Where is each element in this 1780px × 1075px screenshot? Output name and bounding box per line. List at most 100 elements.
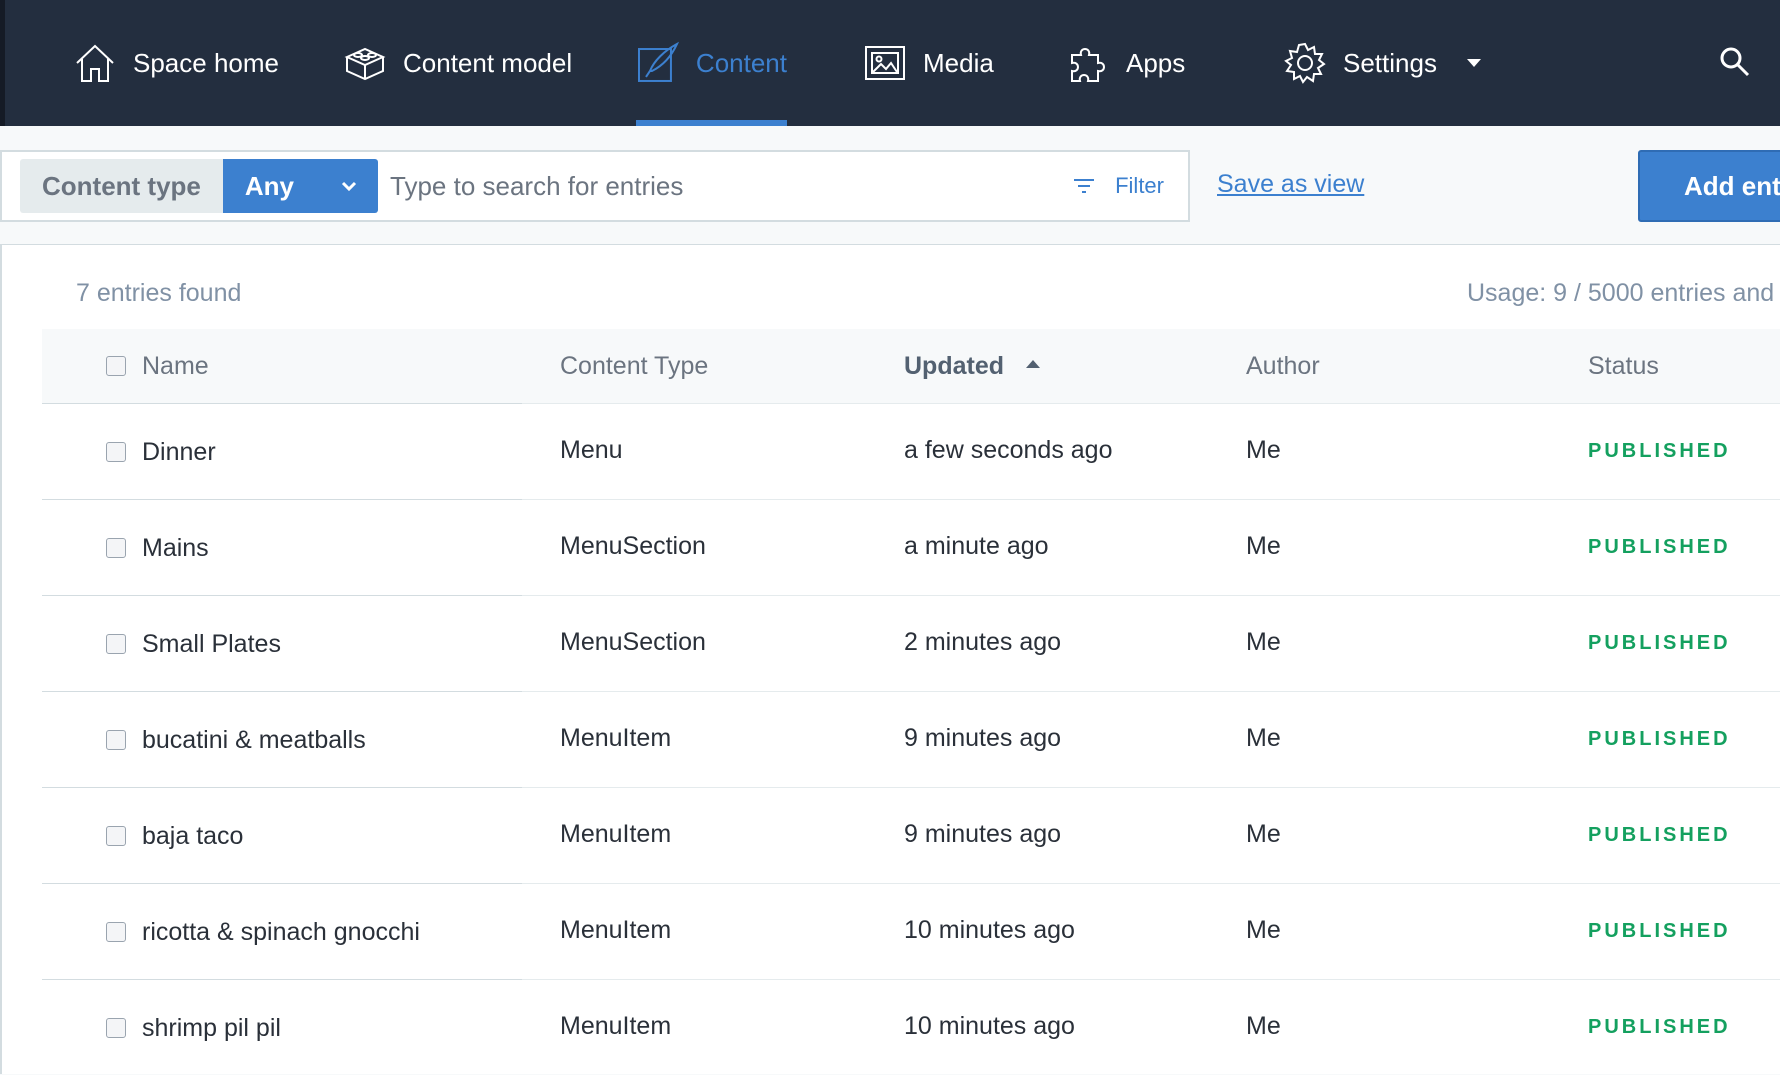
status-badge: PUBLISHED <box>1588 1016 1731 1038</box>
content-type-filter[interactable]: Content type Any <box>20 159 379 213</box>
table-row[interactable]: Dinner Menu a few seconds ago Me PUBLISH… <box>42 403 1780 499</box>
nav-content-model[interactable]: Content model <box>343 0 572 126</box>
chevron-down-icon <box>341 181 357 192</box>
table-row[interactable]: shrimp pil pil MenuItem 10 minutes ago M… <box>42 979 1780 1075</box>
entry-content-type: MenuSection <box>560 532 706 560</box>
entry-content-type: MenuSection <box>560 628 706 656</box>
content-icon <box>637 41 680 82</box>
table-header: Name Content Type Updated Author Status <box>42 329 1780 403</box>
row-divider <box>42 691 522 692</box>
nav-label-space-home: Space home <box>133 47 279 78</box>
table-row[interactable]: Mains MenuSection a minute ago Me PUBLIS… <box>42 499 1780 595</box>
row-checkbox[interactable] <box>106 1018 126 1038</box>
row-checkbox[interactable] <box>106 826 126 846</box>
nav-label-media: Media <box>923 47 994 78</box>
filter-label: Filter <box>1115 173 1164 198</box>
entry-content-type: Menu <box>560 436 623 464</box>
media-icon <box>865 46 905 80</box>
entries-table: Name Content Type Updated Author Status … <box>42 329 1780 1075</box>
row-checkbox[interactable] <box>106 538 126 558</box>
row-checkbox[interactable] <box>106 922 126 942</box>
entry-content-type: MenuItem <box>560 916 672 944</box>
gear-icon <box>1284 42 1326 84</box>
entry-updated: 10 minutes ago <box>904 1012 1075 1040</box>
content-type-label: Content type <box>20 159 223 213</box>
usage-text: Usage: 9 / 5000 entries and <box>1467 279 1775 307</box>
column-header-author[interactable]: Author <box>1246 352 1320 381</box>
select-all-checkbox[interactable] <box>106 356 126 376</box>
entry-name[interactable]: Mains <box>142 534 209 563</box>
entry-updated: 10 minutes ago <box>904 916 1075 944</box>
entry-updated: a minute ago <box>904 532 1049 560</box>
add-entry-button[interactable]: Add entry <box>1638 150 1780 222</box>
row-divider <box>42 595 522 596</box>
status-badge: PUBLISHED <box>1588 728 1731 750</box>
entry-author: Me <box>1246 724 1281 752</box>
column-header-status[interactable]: Status <box>1588 352 1659 381</box>
entry-name[interactable]: Small Plates <box>142 630 281 659</box>
save-as-view-link[interactable]: Save as view <box>1217 170 1364 199</box>
entries-found-count: 7 entries found <box>76 279 242 307</box>
entry-content-type: MenuItem <box>560 1012 672 1040</box>
entry-updated: 9 minutes ago <box>904 820 1062 848</box>
row-divider <box>42 883 522 884</box>
nav-apps[interactable]: Apps <box>1066 0 1185 126</box>
column-header-content-type[interactable]: Content Type <box>560 352 708 381</box>
nav-space-home[interactable]: Space home <box>73 0 279 126</box>
status-badge: PUBLISHED <box>1588 536 1731 558</box>
search-icon[interactable] <box>1718 45 1752 79</box>
row-divider <box>42 403 522 404</box>
content-type-value: Any <box>244 170 295 201</box>
row-divider <box>42 979 522 980</box>
column-header-updated[interactable]: Updated <box>904 352 1040 381</box>
entry-name[interactable]: ricotta & spinach gnocchi <box>142 918 420 947</box>
nav-content[interactable]: Content <box>636 0 787 126</box>
status-badge: PUBLISHED <box>1588 920 1731 942</box>
entry-name[interactable]: shrimp pil pil <box>142 1014 281 1043</box>
row-checkbox[interactable] <box>106 442 126 462</box>
nav-settings[interactable]: Settings <box>1283 0 1481 126</box>
filter-icon <box>1074 179 1095 193</box>
entry-name[interactable]: baja taco <box>142 822 243 851</box>
row-divider <box>42 787 522 788</box>
top-navigation: Space home Content model Content Media A… <box>0 0 1780 126</box>
status-badge: PUBLISHED <box>1588 824 1731 846</box>
apps-icon <box>1071 48 1105 82</box>
nav-label-content-model: Content model <box>403 47 573 78</box>
content-type-select[interactable]: Any <box>222 159 379 213</box>
table-row[interactable]: bucatini & meatballs MenuItem 9 minutes … <box>42 691 1780 787</box>
entry-content-type: MenuItem <box>560 820 672 848</box>
entry-updated: 2 minutes ago <box>904 628 1062 656</box>
table-row[interactable]: ricotta & spinach gnocchi MenuItem 10 mi… <box>42 883 1780 979</box>
nav-label-settings: Settings <box>1343 47 1437 78</box>
entry-name[interactable]: Dinner <box>142 438 216 467</box>
entry-author: Me <box>1246 532 1281 560</box>
status-badge: PUBLISHED <box>1588 440 1731 462</box>
results-meta: 7 entries found Usage: 9 / 5000 entries … <box>2 245 1780 329</box>
search-input[interactable] <box>378 159 1074 213</box>
nav-label-content: Content <box>695 47 787 78</box>
entries-panel: 7 entries found Usage: 9 / 5000 entries … <box>0 244 1780 1074</box>
entry-author: Me <box>1246 436 1281 464</box>
nav-media[interactable]: Media <box>863 0 994 126</box>
column-header-updated-label: Updated <box>904 352 1004 380</box>
table-row[interactable]: baja taco MenuItem 9 minutes ago Me PUBL… <box>42 787 1780 883</box>
entry-name[interactable]: bucatini & meatballs <box>142 726 366 755</box>
filter-button[interactable]: Filter <box>1073 173 1164 199</box>
home-icon <box>76 44 114 82</box>
row-checkbox[interactable] <box>106 634 126 654</box>
entry-author: Me <box>1246 628 1281 656</box>
search-toolbar: Content type Any Filter Save as view Add… <box>0 126 1780 244</box>
entry-author: Me <box>1246 916 1281 944</box>
search-box: Content type Any Filter <box>0 150 1190 222</box>
column-header-name[interactable]: Name <box>142 352 209 381</box>
entry-updated: 9 minutes ago <box>904 724 1062 752</box>
table-row[interactable]: Small Plates MenuSection 2 minutes ago M… <box>42 595 1780 691</box>
entry-author: Me <box>1246 1012 1281 1040</box>
chevron-down-icon <box>1466 59 1481 67</box>
row-divider <box>42 499 522 500</box>
content-model-icon <box>344 47 386 81</box>
row-checkbox[interactable] <box>106 730 126 750</box>
entry-author: Me <box>1246 820 1281 848</box>
entry-content-type: MenuItem <box>560 724 672 752</box>
